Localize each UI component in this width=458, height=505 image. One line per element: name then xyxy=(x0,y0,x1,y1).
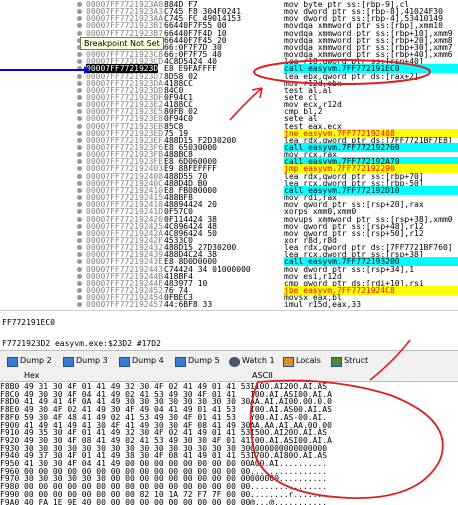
hex-column-header[interactable]: Hex xyxy=(24,371,40,380)
tab-label: Dump 4 xyxy=(132,356,164,365)
tab-label: Dump 3 xyxy=(76,356,108,365)
dump-icon xyxy=(175,357,186,367)
disasm-bytes: 44:6BF8 33 xyxy=(164,300,213,310)
tab-watch-1[interactable]: Watch 1 xyxy=(228,354,275,368)
dump-icon xyxy=(63,357,74,367)
tab-locals[interactable]: Locals xyxy=(282,354,321,368)
disasm-addr: 00007FF772192457 xyxy=(86,300,164,310)
locals-icon xyxy=(283,357,294,367)
tab-struct[interactable]: Struct xyxy=(330,354,368,368)
tab-label: Dump 2 xyxy=(20,356,52,365)
dump-tab-bar: Dump 2 Dump 3 Dump 4 Dump 5 Watch 1 Locals Str… xyxy=(0,350,458,372)
dump-icon xyxy=(7,357,18,367)
cip-arrow-head-icon xyxy=(84,66,90,74)
dump-header: Hex ASCII xyxy=(0,371,458,382)
tab-dump-5[interactable]: Dump 5 xyxy=(174,354,220,368)
hex-dump-view[interactable]: Hex ASCII F8B0 49 31 30 4F 01 41 49 32 30… xyxy=(0,371,458,505)
tab-dump-4[interactable]: Dump 4 xyxy=(118,354,164,368)
dump-hex: 40 FA 1E 9E 40 00 00 00 00 00 00 00 00 0… xyxy=(24,497,251,505)
struct-icon xyxy=(331,357,342,367)
tab-label: Locals xyxy=(296,356,321,365)
disassembly-view[interactable]: 00007FF7721923A0 884D F7 mov byte ptr ss:[… xyxy=(0,0,458,310)
tab-label: Dump 5 xyxy=(188,356,220,365)
tab-label: Watch 1 xyxy=(242,356,275,365)
dump-addr: F9A0 xyxy=(0,497,20,505)
tab-label: Struct xyxy=(344,356,369,365)
tab-dump-3[interactable]: Dump 3 xyxy=(62,354,108,368)
dump-ascii: @...@........... xyxy=(250,497,328,505)
breakpoint-dot-icon[interactable] xyxy=(77,302,82,308)
tab-dump-2[interactable]: Dump 2 xyxy=(6,354,52,368)
info-panel: FF772191EC0 F7721923D2 easyvm.exe:$23D2 … xyxy=(0,310,458,351)
dump-row[interactable]: F9A0 40 FA 1E 9E 40 00 00 00 00 00 00 00 … xyxy=(0,498,458,505)
info-module-line: F7721923D2 easyvm.exe:$23D2 #17D2 xyxy=(2,339,161,348)
dump-icon xyxy=(119,357,130,367)
disasm-instr: imul r15d,eax,33 xyxy=(284,300,362,310)
cip-arrow xyxy=(0,69,86,71)
watch-icon xyxy=(229,357,240,367)
breakpoint-tooltip: Breakpoint Not Set xyxy=(80,37,164,50)
disasm-row[interactable]: 00007FF772192457 44:6BF8 33 imul r15d,eax,… xyxy=(0,300,458,309)
info-address-line: FF772191EC0 xyxy=(2,318,55,327)
ascii-column-header[interactable]: ASCII xyxy=(252,371,273,380)
